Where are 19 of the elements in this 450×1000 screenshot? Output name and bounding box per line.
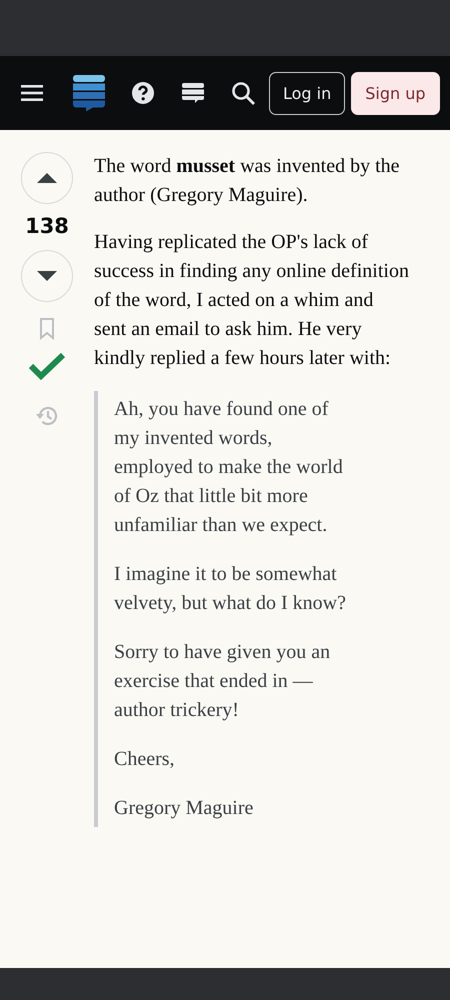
chat-icon[interactable] [181,81,205,105]
quote-paragraph: Gregory Maguire [114,796,254,821]
help-icon[interactable] [131,81,155,105]
downvote-button[interactable] [21,250,73,302]
logo-icon[interactable] [73,75,105,111]
login-button[interactable]: Log in [269,72,346,114]
upvote-button[interactable] [21,152,73,204]
up-arrow-icon [37,173,57,183]
down-arrow-icon [37,271,57,281]
quote-paragraph: Sorry to have given you an exercise that ended in — author trickery! [114,640,332,723]
signup-button[interactable]: Sign up [351,72,440,114]
vote-count: 138 [25,214,69,238]
quote-paragraph: I imagine it to be somewhat velvety, but what do I know? [114,562,346,616]
search-icon[interactable] [231,81,255,105]
quote-paragraph: Cheers, [114,747,176,772]
answer-paragraph: Having replicated the OP's lack of success in finding any online definition of the word, I acted on a whim and sent an email to ask him. He very kindly replied a few hours later with: [94,230,409,371]
quote-paragraph: Ah, you have found one of my invented words, employed to make the world of Oz that little bit more unfamiliar than we expect. [114,397,344,538]
menu-icon[interactable] [21,84,43,102]
answer-paragraph: The word musset was invented by the author (Gregory Maguire). [94,154,400,208]
